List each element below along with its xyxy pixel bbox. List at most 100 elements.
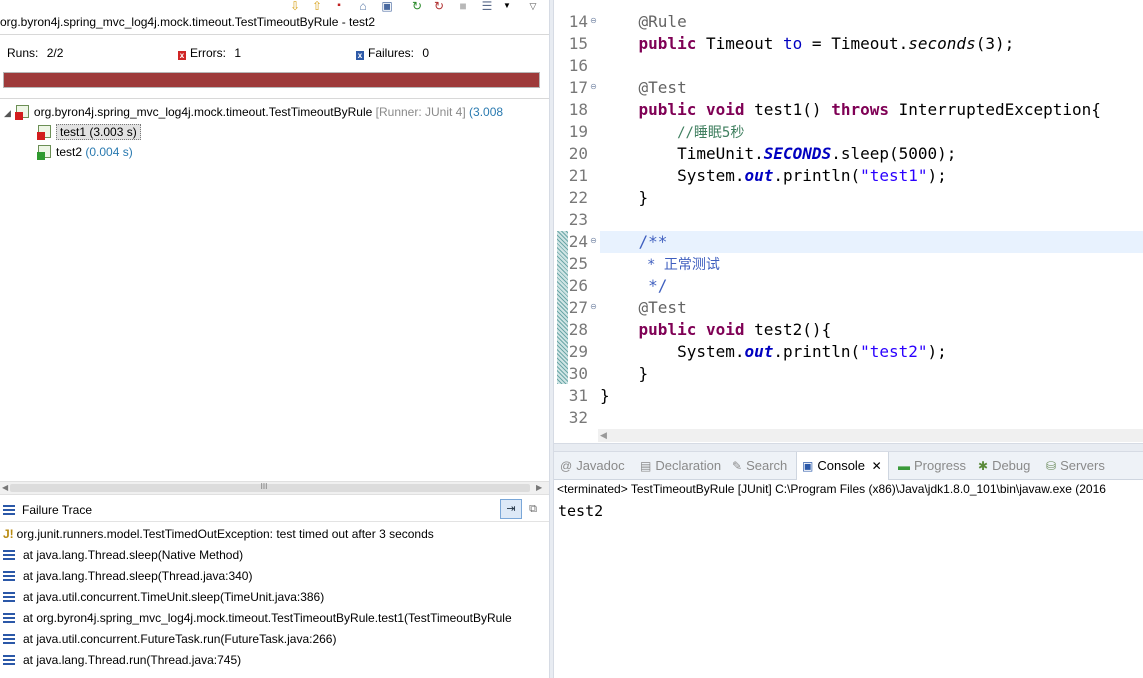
errors-counter: x Errors: 1 [178, 46, 241, 60]
scroll-left-arrow-icon[interactable]: ◀ [600, 430, 607, 441]
line-number: 16 [568, 56, 588, 75]
show-failures-only-icon[interactable]: ▪ [332, 0, 346, 12]
rerun-test-icon[interactable]: ↻ [410, 0, 424, 12]
line-number: 23 [568, 210, 588, 229]
test-time: (0.004 s) [85, 145, 133, 159]
line-number: 15 [568, 34, 588, 53]
test-name: test2 [56, 145, 83, 159]
code-line: //睡眠5秒 [600, 121, 744, 143]
code-text: InterruptedException{ [889, 100, 1101, 119]
scroll-left-arrow-icon[interactable]: ◀ [2, 482, 8, 494]
trace-frame-row[interactable]: at java.lang.Thread.run(Thread.java:745) [3, 651, 241, 669]
tab-label: Search [746, 458, 788, 473]
line-comment: //睡眠5秒 [677, 125, 745, 141]
line-number: 25 [568, 254, 588, 273]
tree-test-row[interactable]: test2 (0.004 s) [37, 143, 133, 161]
annotation: @Rule [638, 12, 687, 31]
fold-collapse-icon[interactable]: ⊖ [589, 303, 598, 312]
tab-label: Console [817, 458, 866, 473]
code-line: } [600, 363, 649, 385]
runs-value: 2/2 [46, 46, 64, 60]
trace-line-text: at java.lang.Thread.run(Thread.java:745) [23, 653, 242, 667]
stop-test-icon[interactable]: ■ [456, 0, 470, 12]
servers-icon: ⛁ [1046, 459, 1057, 473]
tab-progress[interactable]: ▬ Progress [898, 452, 966, 480]
divider [0, 98, 549, 99]
code-text: .println( [773, 166, 861, 185]
annotation: @Test [638, 78, 687, 97]
string-literal: "test2" [860, 342, 928, 361]
trace-frame-row[interactable]: at org.byron4j.spring_mvc_log4j.mock.tim… [3, 609, 512, 627]
line-number: 30 [568, 364, 588, 383]
stack-frame-icon [3, 655, 15, 665]
line-number: 14 [568, 12, 588, 31]
line-number: 22 [568, 188, 588, 207]
line-number: 26 [568, 276, 588, 295]
annotation: @Test [638, 298, 687, 317]
line-number: 18 [568, 100, 588, 119]
filter-stack-trace-button[interactable]: ⇥ [500, 499, 522, 519]
junit-run-title: org.byron4j.spring_mvc_log4j.mock.timeou… [0, 15, 376, 29]
fold-collapse-icon[interactable]: ⊖ [589, 83, 598, 92]
test-time: (3.003 s) [89, 125, 137, 139]
test-name: test1 [60, 125, 87, 139]
errors-label: Errors: [190, 46, 226, 60]
javadoc-comment: * 正常测试 [638, 257, 720, 273]
static-field: out [744, 342, 774, 361]
fold-collapse-icon[interactable]: ⊖ [589, 17, 598, 26]
scroll-right-arrow-icon[interactable]: ▶ [536, 482, 542, 494]
stack-trace-icon [3, 505, 15, 515]
line-number: 29 [568, 342, 588, 361]
tree-test-row[interactable]: test1 (3.003 s) [37, 123, 141, 141]
trace-frame-row[interactable]: at java.util.concurrent.TimeUnit.sleep(T… [3, 588, 324, 606]
trace-frame-row[interactable]: at java.lang.Thread.sleep(Thread.java:34… [3, 567, 252, 585]
previous-failure-icon[interactable]: ⇧ [310, 0, 324, 12]
history-dropdown-icon[interactable]: ▼ [500, 0, 514, 12]
tree-root-row[interactable]: ◢ org.byron4j.spring_mvc_log4j.mock.timeo… [4, 103, 503, 121]
tree-root-time: (3.008 [469, 105, 504, 119]
tab-declaration[interactable]: ▤ Declaration [640, 452, 721, 480]
scrollbar-thumb[interactable] [10, 484, 530, 492]
code-text: } [600, 386, 610, 405]
line-number: 27 [568, 298, 588, 317]
tree-horizontal-scrollbar[interactable]: ◀ III ▶ [0, 481, 549, 495]
code-editor[interactable]: 14 15 16 17 18 19 20 21 22 23 24 25 26 2… [554, 0, 1143, 443]
console-process-status: <terminated> TestTimeoutByRule [JUnit] C… [557, 482, 1106, 496]
code-text: Timeout [696, 34, 784, 53]
copy-trace-icon[interactable]: ⧉ [525, 501, 541, 517]
current-line-highlight [600, 231, 1143, 253]
next-failure-icon[interactable]: ⇩ [288, 0, 302, 12]
selected-test-label: test1 (3.003 s) [56, 124, 141, 140]
static-method: seconds [908, 34, 976, 53]
fold-collapse-icon[interactable]: ⊖ [589, 237, 598, 246]
collapse-arrow-icon[interactable]: ◢ [4, 108, 11, 118]
line-number: 17 [568, 78, 588, 97]
code-text: test2(){ [744, 320, 832, 339]
tab-console[interactable]: ▣ Console ✕ [796, 452, 889, 480]
show-skipped-icon[interactable]: ▣ [380, 0, 394, 12]
view-menu-icon[interactable]: ▽ [526, 0, 540, 12]
close-icon[interactable]: ✕ [872, 459, 882, 473]
keyword: void [705, 320, 745, 339]
failure-trace-title: Failure Trace [22, 503, 93, 517]
horizontal-sash[interactable] [554, 443, 1143, 452]
code-text: TimeUnit. [677, 144, 764, 163]
keyword: public [638, 34, 697, 53]
history-icon[interactable]: ☰ [480, 0, 494, 12]
tab-label: Progress [914, 458, 967, 473]
tab-debug[interactable]: ✱ Debug [978, 452, 1030, 480]
scroll-lock-icon[interactable]: ⌂ [356, 0, 370, 12]
console-output[interactable]: test2 [558, 502, 603, 520]
editor-horizontal-scrollbar[interactable] [598, 429, 1143, 442]
tab-javadoc[interactable]: @ Javadoc [560, 452, 625, 480]
code-line: TimeUnit.SECONDS.sleep(5000); [600, 143, 956, 165]
tab-search[interactable]: ✎ Search [732, 452, 787, 480]
trace-frame-row[interactable]: at java.lang.Thread.sleep(Native Method) [3, 546, 243, 564]
failure-trace-header: Failure Trace [0, 499, 549, 522]
trace-frame-row[interactable]: at java.util.concurrent.FutureTask.run(F… [3, 630, 336, 648]
rerun-failures-first-icon[interactable]: ↻ [432, 0, 446, 12]
trace-exception-row[interactable]: J! org.junit.runners.model.TestTimedOutEx… [3, 525, 434, 543]
code-line: } [600, 385, 610, 407]
console-icon: ▣ [802, 459, 814, 473]
tab-servers[interactable]: ⛁ Servers [1046, 452, 1105, 480]
